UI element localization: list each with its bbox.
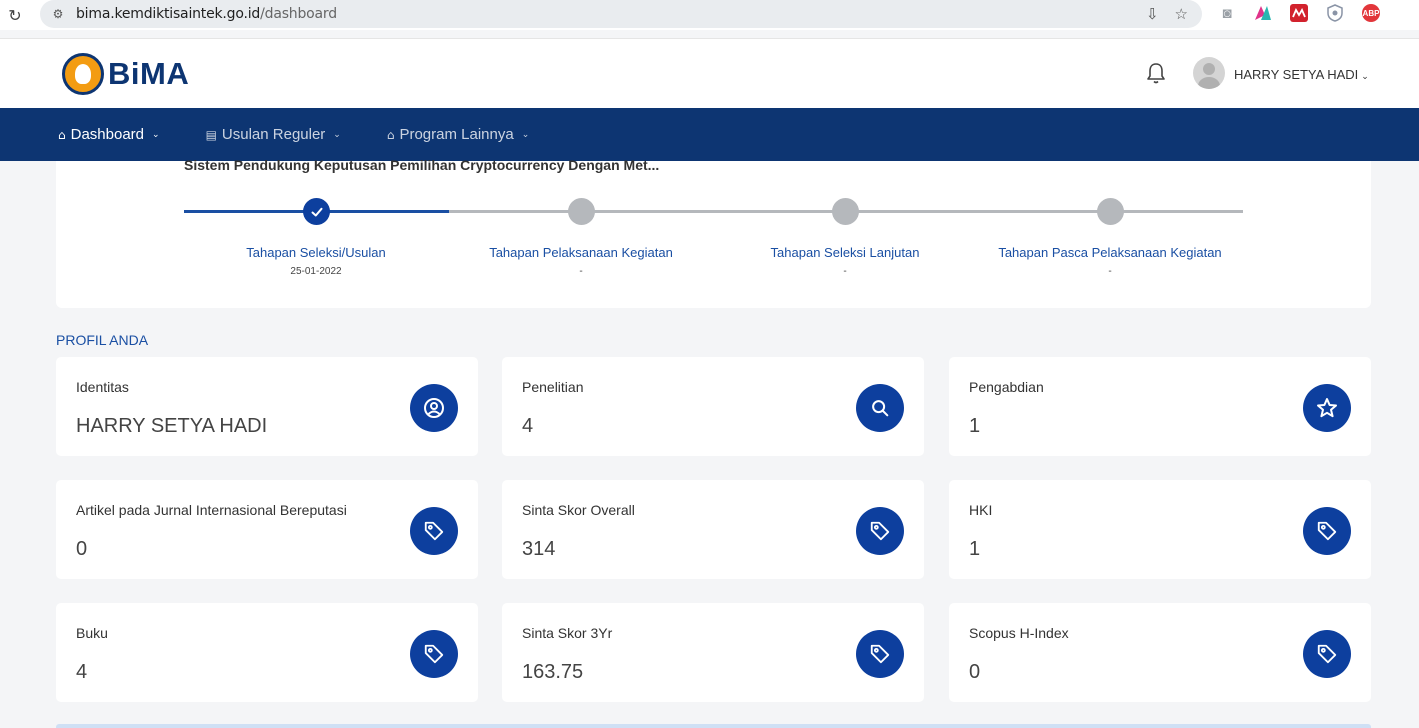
step-date: - bbox=[579, 266, 583, 277]
search-icon bbox=[856, 384, 904, 432]
reload-icon[interactable]: ↻ bbox=[0, 6, 30, 25]
tag-icon bbox=[410, 630, 458, 678]
stat-label: Buku bbox=[76, 625, 108, 641]
url-text: bima.kemdiktisaintek.go.id/dashboard bbox=[76, 6, 337, 22]
step-indicator bbox=[1097, 198, 1124, 225]
user-menu[interactable]: HARRY SETYA HADI ⌄ bbox=[1234, 67, 1369, 82]
proposal-progress-card: Sistem Pendukung Keputusan Pemilihan Cry… bbox=[56, 157, 1371, 308]
url-path: /dashboard bbox=[260, 6, 337, 22]
tag-icon bbox=[1303, 630, 1351, 678]
step-date: - bbox=[1108, 266, 1112, 277]
nav-label: Program Lainnya bbox=[399, 126, 514, 143]
step-label: Tahapan Pelaksanaan Kegiatan bbox=[489, 245, 673, 260]
step-date: 25-01-2022 bbox=[290, 266, 342, 277]
nav-label: Dashboard bbox=[70, 126, 145, 143]
chevron-down-icon: ⌄ bbox=[333, 129, 341, 140]
stat-label: Scopus H-Index bbox=[969, 625, 1069, 641]
stat-value: 4 bbox=[522, 415, 534, 437]
stat-label: Identitas bbox=[76, 379, 129, 395]
app-header: BiMA HARRY SETYA HADI ⌄ bbox=[0, 38, 1419, 108]
profile-stat-card[interactable]: Identitas HARRY SETYA HADI bbox=[56, 357, 478, 456]
logo-text: BiMA bbox=[108, 56, 190, 91]
profile-stat-card[interactable]: HKI 1 bbox=[949, 480, 1371, 579]
profile-stat-card[interactable]: Artikel pada Jurnal Internasional Berepu… bbox=[56, 480, 478, 579]
avatar[interactable] bbox=[1193, 57, 1225, 89]
stat-label: Artikel pada Jurnal Internasional Berepu… bbox=[76, 502, 347, 518]
stat-value: 0 bbox=[969, 661, 981, 683]
tag-icon bbox=[410, 507, 458, 555]
step-label: Tahapan Pasca Pelaksanaan Kegiatan bbox=[998, 245, 1222, 260]
user-name: HARRY SETYA HADI bbox=[1234, 67, 1359, 82]
stat-value: 1 bbox=[969, 415, 981, 437]
step-indicator bbox=[568, 198, 595, 225]
next-section-edge bbox=[56, 724, 1371, 728]
profile-stat-card[interactable]: Sinta Skor 3Yr 163.75 bbox=[502, 603, 924, 702]
site-settings-icon[interactable]: ⚙ bbox=[40, 7, 76, 21]
shield-ext-icon[interactable] bbox=[1326, 4, 1344, 22]
stat-value: 4 bbox=[76, 661, 88, 683]
nav-dashboard[interactable]: ⌂ Dashboard ⌄ bbox=[58, 126, 160, 143]
adblock-ext-icon[interactable]: ABP bbox=[1362, 4, 1380, 22]
stat-value: 163.75 bbox=[522, 661, 584, 683]
profile-stat-card[interactable]: Buku 4 bbox=[56, 603, 478, 702]
tag-icon bbox=[856, 507, 904, 555]
step-indicator bbox=[303, 198, 330, 225]
bima-mascot-icon bbox=[62, 53, 104, 95]
mozaic-ext-icon[interactable] bbox=[1254, 4, 1272, 22]
notification-bell-icon[interactable] bbox=[1145, 61, 1167, 85]
bima-logo[interactable]: BiMA bbox=[62, 53, 189, 95]
chevron-down-icon: ⌄ bbox=[1361, 72, 1369, 82]
home-icon: ⌂ bbox=[58, 127, 66, 142]
stat-label: HKI bbox=[969, 502, 993, 518]
home-icon: ⌂ bbox=[386, 127, 395, 142]
profile-section-title: PROFIL ANDA bbox=[56, 332, 149, 348]
document-icon: ▤ bbox=[205, 127, 217, 142]
check-icon bbox=[311, 207, 322, 216]
stat-label: Penelitian bbox=[522, 379, 584, 395]
url-host: bima.kemdiktisaintek.go.id bbox=[76, 6, 261, 22]
nav-usulan-reguler[interactable]: ▤ Usulan Reguler ⌄ bbox=[206, 126, 341, 143]
camera-ext-icon[interactable]: ◙ bbox=[1218, 4, 1236, 22]
chevron-down-icon: ⌄ bbox=[152, 129, 160, 140]
step-label: Tahapan Seleksi/Usulan bbox=[246, 245, 386, 260]
extensions-area: ◙ ABP bbox=[1218, 4, 1380, 22]
stat-value: 0 bbox=[76, 538, 88, 560]
bookmark-star-icon[interactable]: ☆ bbox=[1175, 5, 1188, 23]
profile-stat-card[interactable]: Penelitian 4 bbox=[502, 357, 924, 456]
stat-value: HARRY SETYA HADI bbox=[76, 415, 268, 437]
chevron-down-icon: ⌄ bbox=[521, 129, 530, 140]
stat-label: Pengabdian bbox=[969, 379, 1044, 395]
profile-stat-card[interactable]: Pengabdian 1 bbox=[949, 357, 1371, 456]
mendeley-ext-icon[interactable] bbox=[1290, 4, 1308, 22]
proposal-title: Sistem Pendukung Keputusan Pemilihan Cry… bbox=[184, 157, 660, 173]
stat-value: 1 bbox=[969, 538, 981, 560]
step-date: - bbox=[843, 266, 847, 277]
nav-label: Usulan Reguler bbox=[221, 126, 326, 143]
tag-icon bbox=[856, 630, 904, 678]
tag-icon bbox=[1303, 507, 1351, 555]
stat-value: 314 bbox=[522, 538, 556, 560]
step-indicator bbox=[832, 198, 859, 225]
stat-label: Sinta Skor Overall bbox=[522, 502, 635, 518]
user-circle-icon bbox=[410, 384, 458, 432]
address-bar[interactable]: ⚙ bima.kemdiktisaintek.go.id/dashboard ⇩… bbox=[40, 0, 1202, 28]
profile-stat-card[interactable]: Scopus H-Index 0 bbox=[949, 603, 1371, 702]
browser-toolbar: ↻ ⚙ bima.kemdiktisaintek.go.id/dashboard… bbox=[0, 0, 1419, 30]
profile-stat-card[interactable]: Sinta Skor Overall 314 bbox=[502, 480, 924, 579]
step-label: Tahapan Seleksi Lanjutan bbox=[770, 245, 920, 260]
star-icon bbox=[1303, 384, 1351, 432]
stat-label: Sinta Skor 3Yr bbox=[522, 625, 613, 641]
nav-program-lainnya[interactable]: ⌂ Program Lainnya ⌄ bbox=[387, 126, 529, 143]
install-app-icon[interactable]: ⇩ bbox=[1146, 5, 1159, 23]
main-nav: ⌂ Dashboard ⌄ ▤ Usulan Reguler ⌄ ⌂ Progr… bbox=[0, 108, 1419, 161]
